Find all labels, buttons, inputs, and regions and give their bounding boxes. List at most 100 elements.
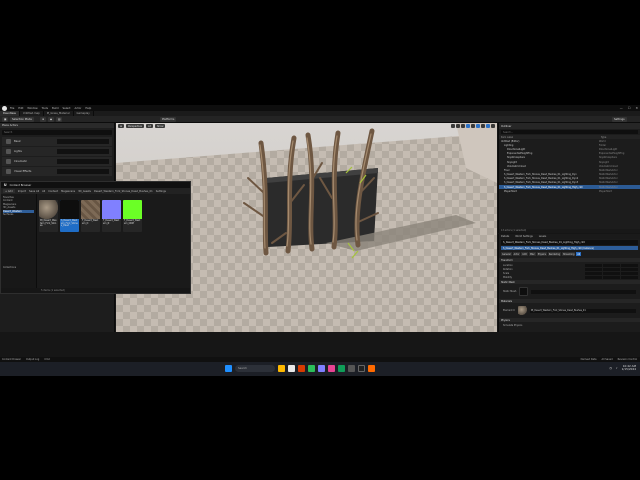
cinematics-icon[interactable]: ▤ <box>56 117 63 122</box>
outliner-row[interactable]: ExponentialHeightFog ExponentialHeightFog <box>499 152 640 156</box>
file-explorer-icon[interactable] <box>278 365 285 372</box>
menu-help[interactable]: Help <box>85 107 91 110</box>
app-icon[interactable] <box>298 365 305 372</box>
app-icon[interactable] <box>368 365 375 372</box>
wifi-icon[interactable]: ◔ <box>609 366 611 370</box>
place-category-basic[interactable]: Basic <box>2 137 112 146</box>
unreal-taskbar-icon[interactable] <box>358 365 365 372</box>
perspective-button[interactable]: Perspective <box>126 124 145 128</box>
place-actors-search[interactable]: Search <box>2 130 112 135</box>
transform-section[interactable]: Transform <box>499 258 640 262</box>
scale-icon[interactable] <box>461 124 465 128</box>
add-content-icon[interactable]: ⊕ <box>40 117 47 122</box>
col-type[interactable]: Type <box>601 136 606 139</box>
asset-tile-selected[interactable]: S_Desert_Western_Fork_Stones_Dead <box>60 200 79 232</box>
asset-tile[interactable]: T_Desert_Western_N <box>102 200 121 232</box>
category-rendering[interactable]: Rendering <box>547 252 562 256</box>
angle-snap-icon[interactable] <box>476 124 480 128</box>
actor-name-field[interactable]: S_Desert_Western_Fork_Stones_Dead_Bushes… <box>501 240 638 245</box>
category-actor[interactable]: Actor <box>512 252 521 256</box>
component-row[interactable]: S_Desert_Western_Fork_Stones_Dead_Bushes… <box>501 246 638 250</box>
category-physics[interactable]: Physics <box>536 252 547 256</box>
path-segment[interactable]: Megascans <box>61 190 75 193</box>
start-icon[interactable] <box>225 365 232 372</box>
maximize-button[interactable]: ☐ <box>628 106 631 110</box>
tab-world-settings[interactable]: World Settings <box>515 235 532 238</box>
show-flags-button[interactable]: Show <box>154 124 166 128</box>
volume-icon[interactable]: ♪ <box>616 366 618 370</box>
rotation-fields[interactable] <box>585 267 638 271</box>
save-all-button[interactable]: Save All <box>29 190 39 193</box>
revision-control-button[interactable]: Revision Control <box>618 358 637 361</box>
app-icon[interactable] <box>328 365 335 372</box>
asset-tile[interactable]: MI_Desert_Western_Fork_Stones <box>39 200 58 232</box>
view-mode-button[interactable]: Lit <box>146 124 153 128</box>
save-icon[interactable]: ▣ <box>2 117 9 122</box>
menu-edit[interactable]: Edit <box>18 107 23 110</box>
category-lod[interactable]: LOD <box>521 252 528 256</box>
app-icon[interactable] <box>308 365 315 372</box>
play-icon[interactable] <box>130 117 135 132</box>
scale-snap-icon[interactable] <box>486 124 490 128</box>
location-fields[interactable] <box>585 263 638 267</box>
grid-size-value[interactable] <box>471 124 475 128</box>
clock[interactable]: 10:42 AM 1/15/2024 <box>622 364 636 372</box>
platforms-button[interactable]: Platforms <box>160 117 177 122</box>
path-segment[interactable]: Desert_Western_Fork_Stones_Dead_Bushes_0… <box>94 190 153 193</box>
physics-section[interactable]: Physics <box>499 318 640 322</box>
task-view-icon[interactable] <box>288 365 295 372</box>
tab-details[interactable]: Details <box>501 235 509 238</box>
mobility-toggle[interactable] <box>585 275 638 279</box>
category-general[interactable]: General <box>501 252 512 256</box>
more-options-icon[interactable] <box>151 117 156 130</box>
tree-item[interactable]: Surfaces <box>3 213 34 216</box>
minimize-button[interactable]: — <box>620 106 623 110</box>
static-mesh-section[interactable]: Static Mesh <box>499 280 640 284</box>
selection-mode-button[interactable]: Selection Mode <box>10 117 34 122</box>
taskbar-search[interactable]: Search <box>235 365 275 372</box>
mesh-picker[interactable] <box>531 289 636 294</box>
rotate-icon[interactable] <box>456 124 460 128</box>
cb-settings-button[interactable]: Settings <box>156 190 166 193</box>
outliner-row[interactable]: PlayerStart PlayerStart <box>499 189 640 193</box>
material-picker[interactable]: MI_Desert_Western_Fork_Stones_Dead_Bushe… <box>529 308 636 313</box>
import-button[interactable]: Import <box>18 190 26 193</box>
chrome-icon[interactable] <box>338 365 345 372</box>
path-segment[interactable]: All <box>42 190 45 193</box>
derived-data-button[interactable]: Derived Data <box>581 358 597 361</box>
materials-section[interactable]: Materials <box>499 299 640 303</box>
category-streaming[interactable]: Streaming <box>562 252 576 256</box>
place-category-cinematic[interactable]: Cinematic <box>2 157 112 166</box>
menu-select[interactable]: Select <box>63 107 71 110</box>
app-icon[interactable] <box>348 365 355 372</box>
menu-tools[interactable]: Tools <box>42 107 48 110</box>
menu-build[interactable]: Build <box>52 107 59 110</box>
place-category-lights[interactable]: Lights <box>2 147 112 156</box>
close-button[interactable]: ✕ <box>635 106 638 110</box>
angle-value[interactable] <box>481 124 485 128</box>
place-category-vfx[interactable]: Visual Effects <box>2 167 112 176</box>
camera-speed-icon[interactable] <box>491 124 495 128</box>
asset-tile[interactable]: T_Desert_Western_ORM <box>123 200 142 232</box>
all-saved-status[interactable]: All Saved <box>601 358 612 361</box>
menu-file[interactable]: File <box>10 107 14 110</box>
settings-button[interactable]: Settings <box>612 117 627 122</box>
path-segment[interactable]: 3D_Assets <box>78 190 91 193</box>
category-misc[interactable]: Misc <box>528 252 536 256</box>
add-button[interactable]: + Add <box>3 189 15 193</box>
translate-icon[interactable] <box>451 124 455 128</box>
blueprint-icon[interactable]: ◆ <box>48 117 54 122</box>
path-segment[interactable]: Content <box>48 190 58 193</box>
asset-tile[interactable]: T_Desert_Western_D <box>81 200 100 232</box>
tab-levels[interactable]: Levels <box>539 235 547 238</box>
grid-snap-icon[interactable] <box>466 124 470 128</box>
scale-fields[interactable] <box>585 271 638 275</box>
menu-actor[interactable]: Actor <box>75 107 82 110</box>
col-item-label[interactable]: Item Label <box>501 136 601 139</box>
viewport-menu-button[interactable]: ☰ <box>118 124 125 128</box>
skip-icon[interactable] <box>137 117 142 132</box>
cmd-input[interactable]: Cmd <box>44 358 50 361</box>
content-drawer-button[interactable]: Content Drawer <box>2 358 21 361</box>
stop-icon[interactable] <box>144 117 149 131</box>
app-icon[interactable] <box>318 365 325 372</box>
